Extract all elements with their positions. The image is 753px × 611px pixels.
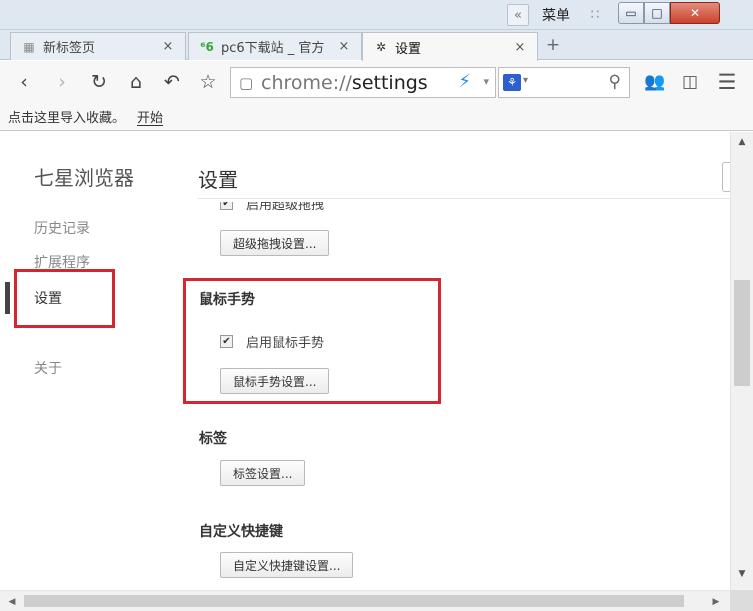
- title-bar: « 菜单 ∷ ▭ □ ✕: [0, 0, 753, 30]
- tab-pc6[interactable]: ⁶6 pc6下载站 _ 官方 ×: [188, 32, 362, 60]
- sidebar-item-about[interactable]: 关于: [34, 358, 62, 378]
- scroll-up-arrow[interactable]: ▲: [731, 134, 753, 150]
- tabs-section-title: 标签: [199, 431, 227, 447]
- collapse-icon[interactable]: «: [507, 4, 529, 26]
- star-icon[interactable]: ☆: [196, 69, 220, 95]
- super-drag-settings-button[interactable]: 超级拖拽设置...: [220, 230, 330, 256]
- close-icon[interactable]: ×: [161, 39, 175, 54]
- menu-button[interactable]: 菜单: [536, 4, 576, 26]
- close-icon[interactable]: ×: [337, 39, 351, 54]
- highlight-box-settings: [14, 269, 115, 328]
- baidu-paw-icon[interactable]: ⚘: [503, 74, 521, 91]
- import-bookmarks-link[interactable]: 点击这里导入收藏。: [8, 107, 125, 126]
- horizontal-scrollbar[interactable]: ◀ ▶: [0, 590, 730, 611]
- maximize-button[interactable]: □: [644, 2, 670, 24]
- new-tab-button[interactable]: +: [543, 34, 563, 56]
- scroll-left-arrow[interactable]: ◀: [4, 594, 20, 610]
- back-icon[interactable]: ‹: [12, 69, 36, 95]
- undo-icon[interactable]: ↶: [160, 69, 184, 95]
- url-text[interactable]: chrome://settings: [261, 72, 428, 94]
- grid-icon: ▦: [23, 39, 35, 54]
- checkbox-label: 启用超级拖拽: [246, 198, 325, 213]
- close-window-button[interactable]: ✕: [670, 2, 720, 24]
- minimize-button[interactable]: ▭: [618, 2, 644, 24]
- super-drag-checkbox-row[interactable]: ✔ 启用超级拖拽: [220, 198, 325, 213]
- user-icon[interactable]: 👥: [643, 70, 667, 94]
- settings-search-input[interactable]: [722, 162, 730, 192]
- header-divider: [198, 198, 730, 199]
- sidebar-brand: 七星浏览器: [34, 166, 134, 190]
- tab-label: 设置: [395, 41, 422, 57]
- scroll-right-arrow[interactable]: ▶: [708, 594, 724, 610]
- pc6-logo-icon: ⁶6: [200, 39, 214, 54]
- tab-label: 新标签页: [43, 41, 96, 56]
- tab-bar: ▦ 新标签页 × ⁶6 pc6下载站 _ 官方 × ✲ 设置 × +: [0, 30, 753, 61]
- tab-label: pc6下载站 _ 官方: [221, 41, 325, 56]
- close-icon[interactable]: ×: [513, 40, 527, 55]
- sidebar-item-history[interactable]: 历史记录: [34, 218, 90, 238]
- vertical-scrollbar[interactable]: ▲ ▼: [730, 132, 753, 590]
- search-icon[interactable]: ⚲: [609, 72, 621, 92]
- forward-icon[interactable]: ›: [50, 69, 74, 95]
- shortcut-section-title: 自定义快捷键: [199, 524, 283, 540]
- settings-page: 七星浏览器 历史记录 扩展程序 设置 关于 设置 ✔ 启用超级拖拽 超级拖拽设置…: [0, 132, 730, 590]
- scroll-down-arrow[interactable]: ▼: [731, 566, 753, 582]
- sidebar-active-marker: [5, 282, 10, 314]
- address-bar[interactable]: ▢ chrome://settings ⚡ ▾: [230, 67, 496, 98]
- scrollbar-corner: [730, 590, 753, 611]
- page-title: 设置: [198, 168, 238, 192]
- start-link[interactable]: 开始: [137, 107, 163, 126]
- window-icon[interactable]: ◫: [678, 70, 702, 94]
- tab-settings[interactable]: ✲ 设置 ×: [362, 32, 538, 61]
- highlight-box-mouse-gesture: [183, 278, 441, 404]
- bolt-icon[interactable]: ⚡: [458, 71, 471, 92]
- vertical-scroll-thumb[interactable]: [734, 280, 750, 386]
- chevron-down-icon[interactable]: ▾: [483, 75, 489, 88]
- bookmark-bar: 点击这里导入收藏。 开始: [0, 103, 753, 131]
- page-icon: ▢: [239, 73, 254, 92]
- menu-icon[interactable]: ☰: [715, 70, 739, 94]
- home-icon[interactable]: ⌂: [124, 69, 148, 95]
- chevron-down-icon[interactable]: ▾: [523, 75, 528, 86]
- tab-new-tab-page[interactable]: ▦ 新标签页 ×: [10, 32, 186, 60]
- gear-icon: ✲: [375, 40, 387, 54]
- toolbar: ‹ › ↻ ⌂ ↶ ☆ ▢ chrome://settings ⚡ ▾ ⚘ ▾ …: [0, 61, 753, 103]
- horizontal-scroll-thumb[interactable]: [24, 595, 684, 607]
- search-box[interactable]: ⚘ ▾ ⚲: [498, 67, 630, 98]
- reload-icon[interactable]: ↻: [87, 69, 111, 95]
- grid-icon[interactable]: ∷: [585, 4, 605, 26]
- shortcut-settings-button[interactable]: 自定义快捷键设置...: [220, 552, 354, 578]
- tab-settings-button[interactable]: 标签设置...: [220, 460, 306, 486]
